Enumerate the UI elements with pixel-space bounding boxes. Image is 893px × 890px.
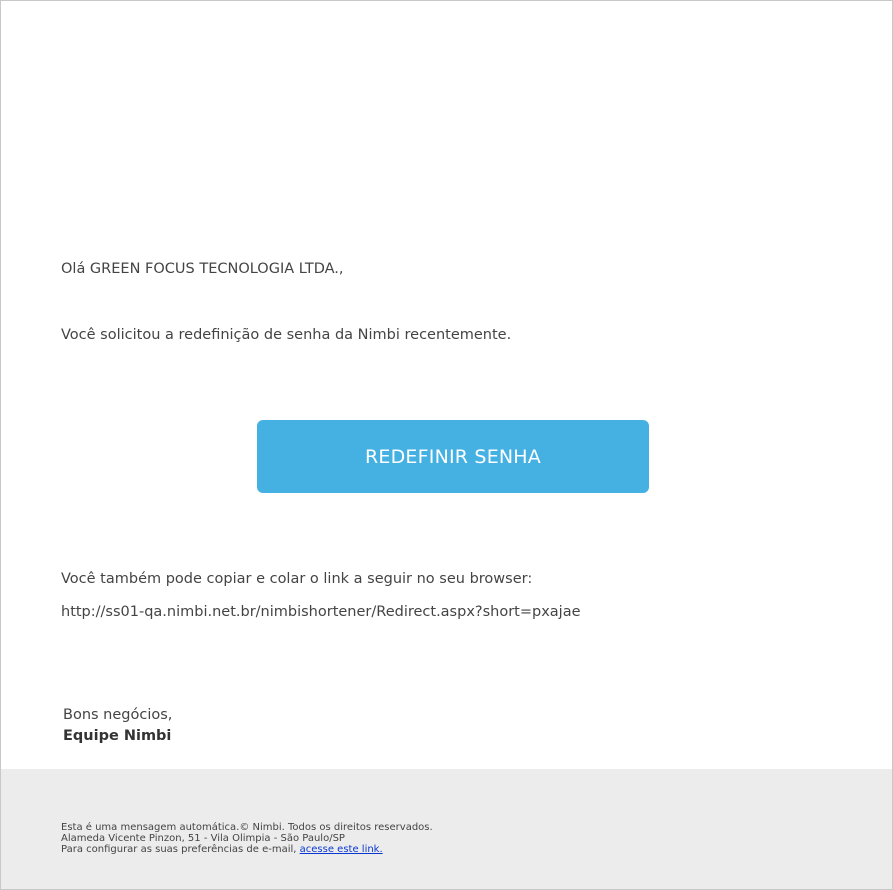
reset-password-button-label: REDEFINIR SENHA — [365, 445, 541, 468]
preferences-link[interactable]: acesse este link. — [300, 844, 383, 855]
team-signature: Equipe Nimbi — [63, 728, 172, 744]
signoff-text: Bons negócios, — [63, 707, 173, 723]
footer-copyright: Esta é uma mensagem automática.© Nimbi. … — [61, 822, 433, 833]
email-footer: Esta é uma mensagem automática.© Nimbi. … — [1, 769, 892, 889]
fallback-url-text: http://ss01-qa.nimbi.net.br/nimbishorten… — [61, 604, 581, 620]
greeting-text: Olá GREEN FOCUS TECNOLOGIA LTDA., — [61, 261, 344, 277]
footer-preferences: Para configurar as suas preferências de … — [61, 844, 383, 855]
intro-text: Você solicitou a redefinição de senha da… — [61, 327, 512, 343]
copy-link-hint: Você também pode copiar e colar o link a… — [61, 571, 533, 587]
reset-password-button[interactable]: REDEFINIR SENHA — [257, 420, 649, 493]
email-frame: Olá GREEN FOCUS TECNOLOGIA LTDA., Você s… — [0, 0, 893, 890]
footer-address: Alameda Vicente Pinzon, 51 - Vila Olimpi… — [61, 833, 345, 844]
footer-preferences-text: Para configurar as suas preferências de … — [61, 844, 300, 855]
